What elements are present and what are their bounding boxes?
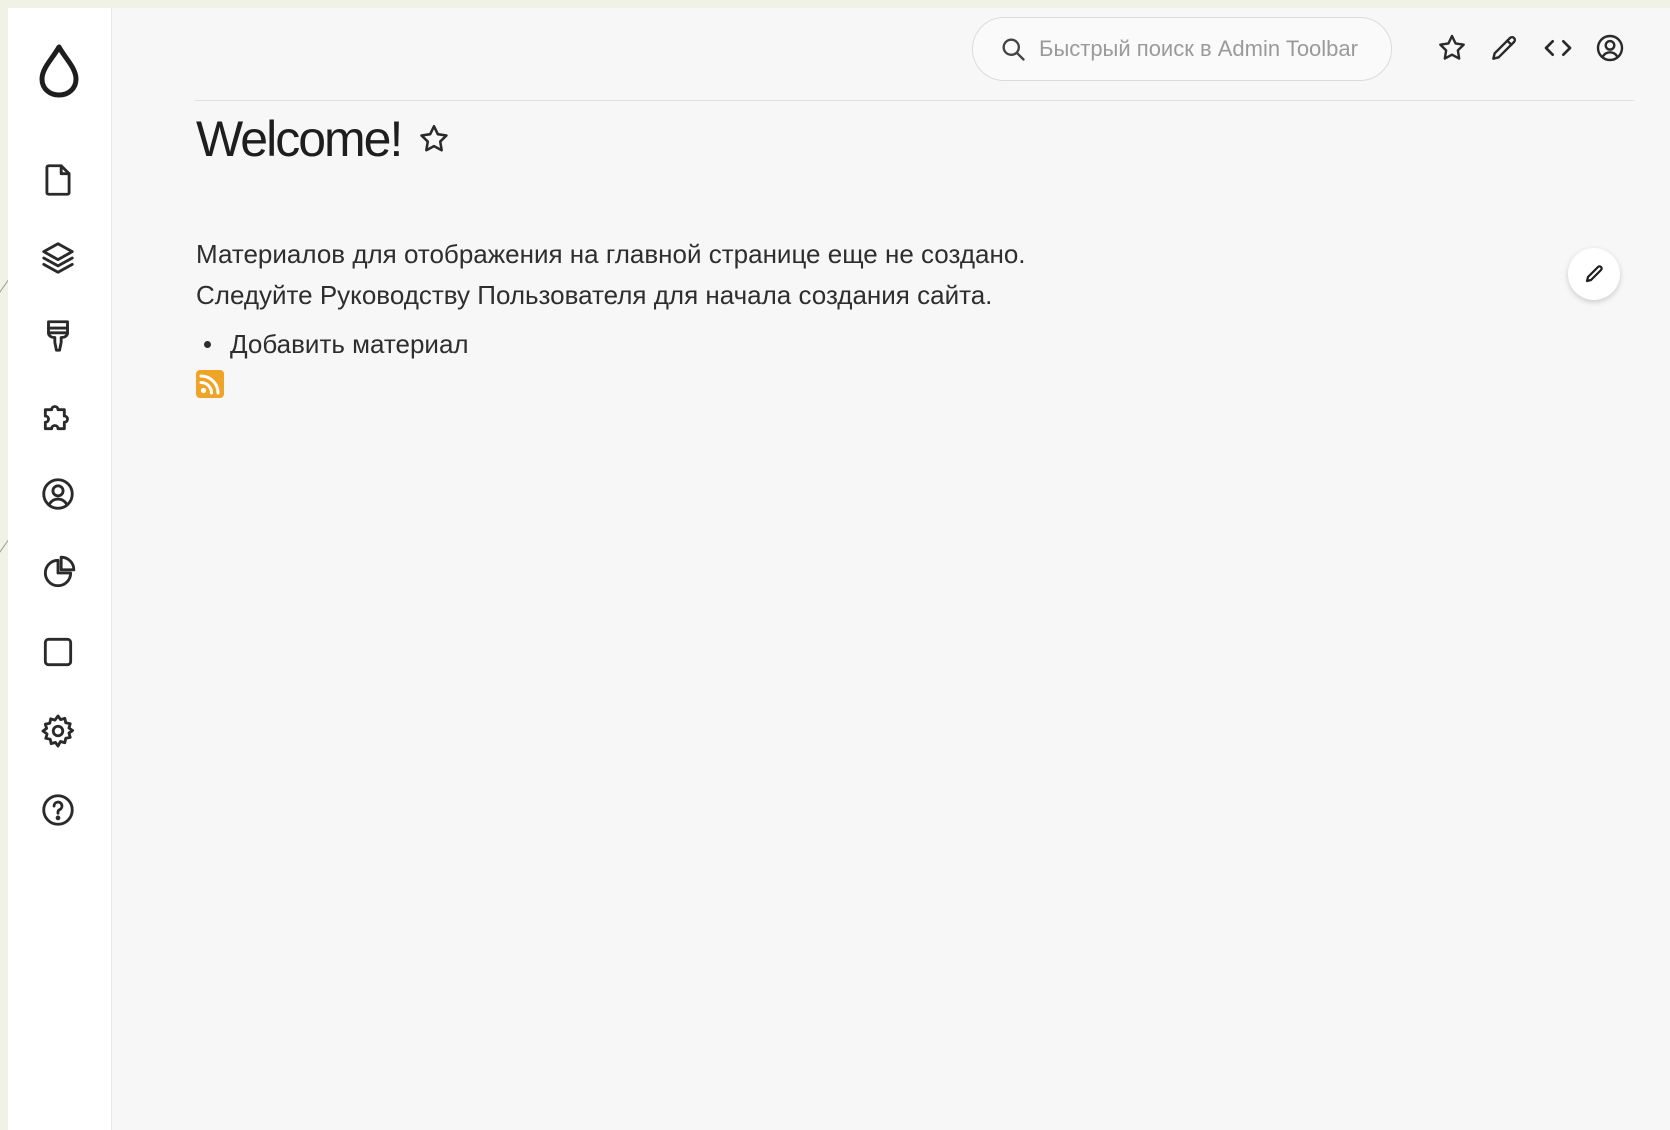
list-item: Добавить материал xyxy=(204,324,469,364)
user-account-icon[interactable] xyxy=(1590,28,1630,68)
admin-app: Welcome! Материалов для отображения на г… xyxy=(8,8,1670,1130)
sidebar xyxy=(8,8,112,1130)
top-toolbar xyxy=(194,8,1634,101)
gear-icon[interactable] xyxy=(36,709,80,753)
pencil-icon xyxy=(1585,265,1603,283)
message-line: Материалов для отображения на главной ст… xyxy=(196,239,1026,269)
help-circle-icon[interactable] xyxy=(36,788,80,832)
pencil-icon[interactable] xyxy=(1484,28,1524,68)
rss-icon[interactable] xyxy=(196,370,224,398)
brush-icon[interactable] xyxy=(36,314,80,358)
user-circle-icon[interactable] xyxy=(36,472,80,516)
search-box[interactable] xyxy=(972,17,1392,81)
drop-icon[interactable] xyxy=(37,44,81,98)
file-icon[interactable] xyxy=(36,158,80,202)
puzzle-icon[interactable] xyxy=(36,394,80,438)
search-input[interactable] xyxy=(1039,36,1369,62)
title-row: Welcome! xyxy=(196,104,451,174)
square-icon[interactable] xyxy=(36,630,80,674)
search-icon xyxy=(1002,38,1025,61)
bullet xyxy=(204,340,211,348)
edit-block-button[interactable] xyxy=(1568,248,1620,300)
message-line: Следуйте Руководству Пользователя для на… xyxy=(196,280,993,310)
page-title: Welcome! xyxy=(196,111,403,167)
add-content-link[interactable]: Добавить материал xyxy=(230,329,469,360)
code-icon[interactable] xyxy=(1538,28,1578,68)
action-list: Добавить материал xyxy=(204,324,469,364)
star-icon[interactable] xyxy=(1432,28,1472,68)
pie-chart-icon[interactable] xyxy=(36,551,80,595)
star-outline-icon[interactable] xyxy=(417,122,451,156)
empty-front-page-message: Материалов для отображения на главной ст… xyxy=(196,234,1026,316)
layers-icon[interactable] xyxy=(36,236,80,280)
